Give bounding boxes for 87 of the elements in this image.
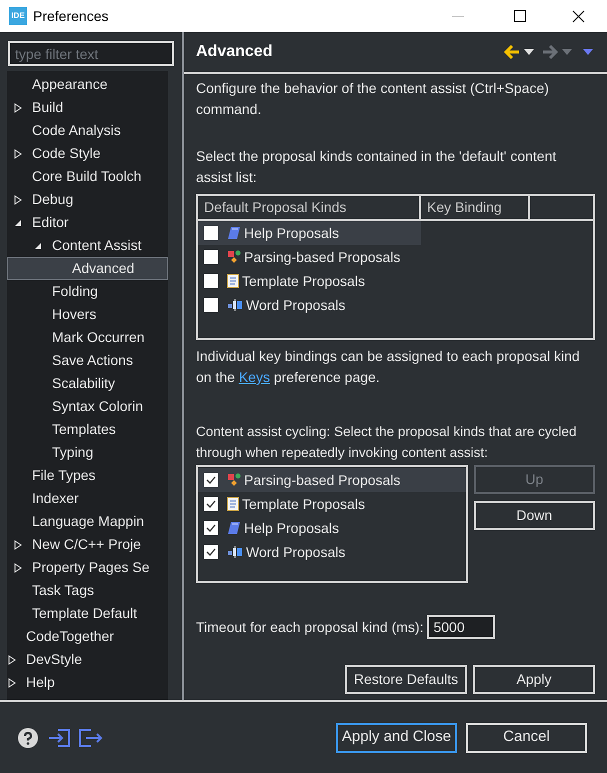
proposal-row[interactable]: Parsing-based Proposals xyxy=(198,245,421,269)
document-icon xyxy=(227,274,239,288)
collapsed-triangle-icon[interactable] xyxy=(14,562,22,572)
maximize-icon[interactable] xyxy=(514,10,526,22)
forward-arrow-icon[interactable] xyxy=(542,45,558,59)
proposal-row[interactable]: Parsing-based Proposals xyxy=(198,468,466,492)
expanded-triangle-icon[interactable] xyxy=(34,242,42,250)
tree-item[interactable]: Content Assist xyxy=(7,234,168,257)
window-title: Preferences xyxy=(33,6,108,26)
book-icon xyxy=(227,226,241,240)
tree-item[interactable]: Debug xyxy=(7,188,168,211)
dropdown-caret-icon[interactable] xyxy=(524,49,534,55)
tree-item[interactable]: Help xyxy=(7,671,168,694)
filter-field[interactable]: type filter text xyxy=(8,41,174,66)
tree-item[interactable]: CodeTogether xyxy=(7,625,168,648)
tree-item[interactable]: Syntax Colorin xyxy=(7,395,168,418)
tree-item[interactable]: Task Tags xyxy=(7,579,168,602)
tree-item[interactable]: Template Default xyxy=(7,602,168,625)
collapsed-triangle-icon[interactable] xyxy=(8,678,16,688)
collapsed-triangle-icon[interactable] xyxy=(14,194,22,204)
tree-item[interactable]: Build xyxy=(7,96,168,119)
close-icon[interactable] xyxy=(572,10,585,22)
tree-item[interactable]: Editor xyxy=(7,211,168,234)
tree-item[interactable]: Code Analysis xyxy=(7,119,168,142)
tree-item[interactable]: Appearance xyxy=(7,73,168,96)
button[interactable]: Apply xyxy=(473,665,595,694)
tree-item[interactable]: Typing xyxy=(7,441,168,464)
checkbox[interactable] xyxy=(204,250,218,264)
collapsed-triangle-icon[interactable] xyxy=(14,148,22,158)
proposal-row[interactable]: Template Proposals xyxy=(198,492,466,516)
keys-link[interactable]: Keys xyxy=(238,369,270,385)
document-icon xyxy=(227,497,239,511)
button[interactable]: Restore Defaults xyxy=(345,665,467,694)
tree-item[interactable]: Core Build Toolch xyxy=(7,165,168,188)
checkbox[interactable] xyxy=(204,497,218,511)
view-menu-icon[interactable] xyxy=(583,49,593,55)
tree-item[interactable]: New C/C++ Proje xyxy=(7,533,168,556)
proposal-row[interactable]: Template Proposals xyxy=(198,269,421,293)
text-cursor-icon xyxy=(227,545,243,559)
proposal-row[interactable]: Word Proposals xyxy=(198,293,421,317)
collapsed-triangle-icon[interactable] xyxy=(14,102,22,112)
proposal-row[interactable]: Word Proposals xyxy=(198,540,466,564)
tree-item[interactable]: DevStyle xyxy=(7,648,168,671)
collapsed-triangle-icon[interactable] xyxy=(8,654,16,664)
tree-item[interactable]: Mark Occurren xyxy=(7,326,168,349)
tree-item[interactable]: File Types xyxy=(7,464,168,487)
checkbox[interactable] xyxy=(204,521,218,535)
column-header[interactable]: Key Binding xyxy=(421,196,530,219)
tree-item[interactable]: Advanced xyxy=(7,257,168,280)
tree-item[interactable]: Language Mappin xyxy=(7,510,168,533)
import-icon[interactable] xyxy=(48,728,71,748)
page-title: Advanced xyxy=(196,42,272,62)
timeout-label: Timeout for each proposal kind (ms): xyxy=(196,618,424,637)
checkbox[interactable] xyxy=(204,298,218,312)
checkbox[interactable] xyxy=(204,226,218,240)
key-bindings-note: Individual key bindings can be assigned to each proposal kind on the Keys preference page. xyxy=(196,347,581,387)
button[interactable]: Down xyxy=(474,501,595,530)
tree-item[interactable]: Folding xyxy=(7,280,168,303)
help-icon[interactable] xyxy=(18,728,38,748)
intro-text: Configure the behavior of the content assist (Ctrl+Space) command. xyxy=(196,79,550,119)
column-header[interactable]: Default Proposal Kinds xyxy=(198,196,421,219)
app-logo: IDE xyxy=(9,7,27,25)
tree-item[interactable]: Code Style xyxy=(7,142,168,165)
tree-item[interactable]: Templates xyxy=(7,418,168,441)
timeout-field[interactable]: 5000 xyxy=(427,615,496,639)
collapsed-triangle-icon[interactable] xyxy=(14,540,22,550)
shapes-icon xyxy=(227,250,241,264)
proposal-row[interactable]: Help Proposals xyxy=(198,221,421,245)
expanded-triangle-icon[interactable] xyxy=(14,218,22,226)
dialog-button[interactable]: Apply and Close xyxy=(336,722,457,752)
default-list-label: Select the proposal kinds contained in the 'default' content assist list: xyxy=(196,147,558,187)
back-arrow-icon[interactable] xyxy=(504,45,520,59)
shapes-icon xyxy=(227,473,241,487)
tree-item[interactable]: Save Actions xyxy=(7,349,168,372)
proposal-row[interactable]: Help Proposals xyxy=(198,516,466,540)
checkbox[interactable] xyxy=(204,274,218,288)
checkbox[interactable] xyxy=(204,473,218,487)
book-icon xyxy=(227,521,241,535)
tree-item[interactable]: Property Pages Se xyxy=(7,556,168,579)
dialog-button[interactable]: Cancel xyxy=(466,722,587,752)
tree-item[interactable]: Scalability xyxy=(7,372,168,395)
cycling-label: Content assist cycling: Select the proposal kinds that are cycled through when repeatedly invoking content assist: xyxy=(196,423,578,462)
export-icon[interactable] xyxy=(78,728,103,748)
tree-item[interactable]: Hovers xyxy=(7,303,168,326)
checkbox[interactable] xyxy=(204,545,218,559)
text-cursor-icon xyxy=(227,298,243,312)
tree-item[interactable]: Indexer xyxy=(7,487,168,510)
